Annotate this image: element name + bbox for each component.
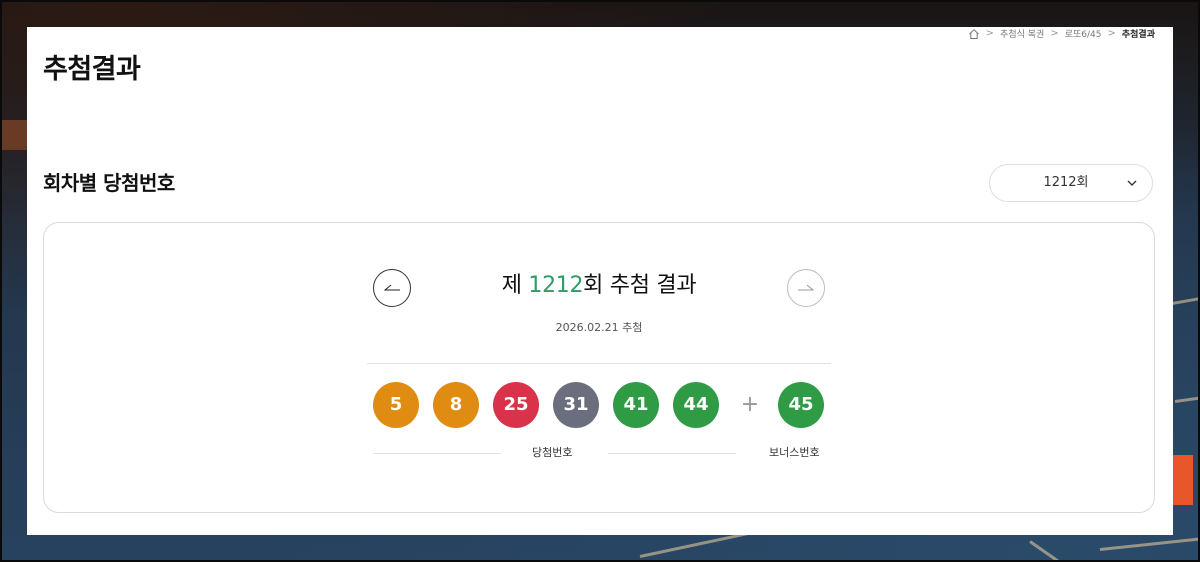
bonus-ball: 45 xyxy=(778,382,824,428)
round-select[interactable]: 1212회 xyxy=(989,164,1153,202)
table-line xyxy=(1099,537,1200,551)
breadcrumb: > 추첨식 복권 > 로또6/45 > 추첨결과 xyxy=(968,27,1155,40)
section-title: 회차별 당첨번호 xyxy=(43,171,175,195)
breadcrumb-item-current: 추첨결과 xyxy=(1121,30,1155,40)
table-accent xyxy=(0,120,27,150)
winning-ball: 8 xyxy=(433,382,479,428)
breadcrumb-item-lottery[interactable]: 추첨식 복권 xyxy=(1000,27,1044,40)
winning-ball: 44 xyxy=(673,382,719,428)
result-title-prefix: 제 xyxy=(501,273,529,298)
winning-ball: 31 xyxy=(553,382,599,428)
result-round-number: 1212 xyxy=(528,273,584,298)
table-line xyxy=(1029,540,1081,562)
winning-ball: 41 xyxy=(613,382,659,428)
page-title: 추첨결과 xyxy=(43,54,141,85)
divider xyxy=(367,363,831,364)
table-line xyxy=(1174,394,1200,403)
table-accent xyxy=(1173,455,1193,505)
winning-numbers-label: 당첨번호 xyxy=(532,446,573,459)
breadcrumb-separator: > xyxy=(1050,28,1059,39)
chevron-down-icon xyxy=(1127,180,1137,186)
label-divider xyxy=(608,453,736,454)
next-round-button[interactable] xyxy=(787,269,825,307)
winning-ball: 25 xyxy=(493,382,539,428)
round-select-value: 1212회 xyxy=(1043,175,1089,190)
bonus-number-label: 보너스번호 xyxy=(769,446,820,459)
label-divider xyxy=(373,453,501,454)
winning-ball: 5 xyxy=(373,382,419,428)
result-title: 제 1212회 추첨 결과 xyxy=(44,267,1154,299)
plus-icon: + xyxy=(740,392,760,417)
breadcrumb-separator: > xyxy=(985,28,995,39)
breadcrumb-separator: > xyxy=(1107,28,1116,39)
main-panel: 추첨결과 > 추첨식 복권 > 로또6/45 > 추첨결과 회차별 당첨번호 1… xyxy=(27,27,1173,535)
result-card: 제 1212회 추첨 결과 2026.02.21 추첨 5 8 25 31 41… xyxy=(43,222,1155,513)
result-title-suffix: 회 추첨 결과 xyxy=(583,273,697,298)
draw-date: 2026.02.21 추첨 xyxy=(555,321,643,334)
home-icon[interactable] xyxy=(968,28,980,40)
breadcrumb-item-lotto645[interactable]: 로또6/45 xyxy=(1065,27,1102,40)
arrow-right-icon xyxy=(798,284,815,291)
